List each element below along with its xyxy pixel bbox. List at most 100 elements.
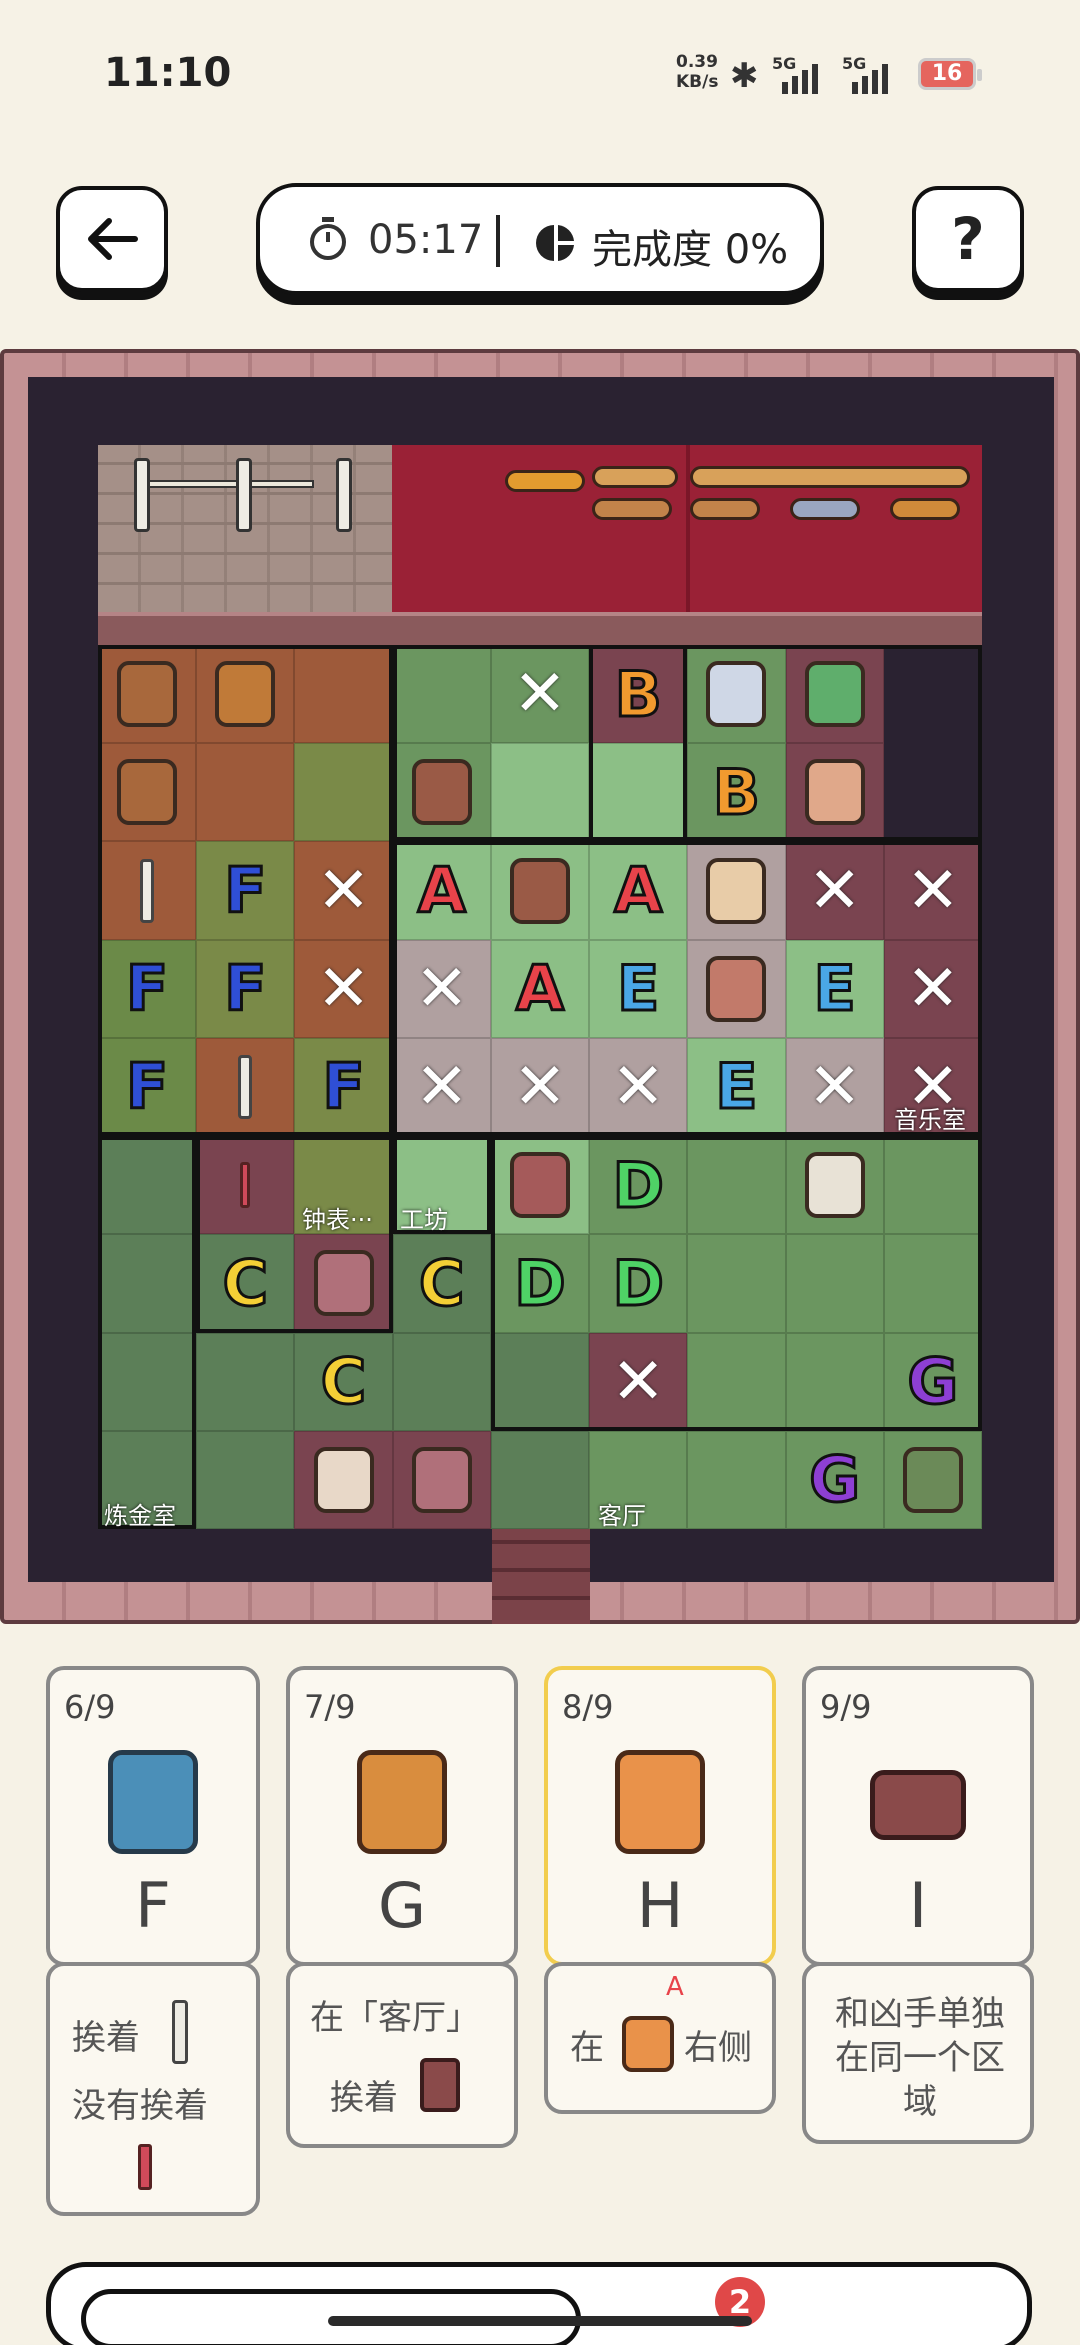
- grid-cell[interactable]: [490, 1332, 590, 1431]
- suspect-letter-b: B: [613, 656, 663, 732]
- grid-cell[interactable]: F: [294, 1037, 393, 1137]
- signal-label: 5G: [772, 54, 797, 73]
- suspect-letter-a: A: [514, 951, 565, 1027]
- suspect-letter-g: G: [808, 1442, 862, 1518]
- grid-cell[interactable]: [589, 743, 688, 842]
- grid-cell[interactable]: [785, 645, 884, 744]
- clue-card-h: 在 A 右侧: [544, 1962, 776, 2114]
- grid-cell[interactable]: [687, 1430, 786, 1529]
- grid-cell[interactable]: [687, 1234, 786, 1333]
- grid-cell[interactable]: [294, 1234, 393, 1333]
- grid-cell[interactable]: C: [392, 1234, 491, 1333]
- grid-cell[interactable]: ✕: [392, 1037, 491, 1137]
- grid-cell[interactable]: G: [883, 1332, 982, 1431]
- grid-cell[interactable]: A: [490, 939, 590, 1038]
- bottom-panel[interactable]: 2: [46, 2262, 1032, 2345]
- grid-cell[interactable]: ✕: [589, 1037, 688, 1137]
- grid-cell[interactable]: [490, 743, 590, 842]
- grid-cell[interactable]: G: [785, 1430, 884, 1529]
- grid-cell[interactable]: F: [98, 1037, 197, 1137]
- grid-cell[interactable]: D: [589, 1234, 688, 1333]
- suspect-card-g[interactable]: 7/9 G: [286, 1666, 518, 1966]
- grid-cell[interactable]: ✕: [785, 841, 884, 940]
- grid-cell[interactable]: [687, 1136, 786, 1235]
- grid-cell[interactable]: [294, 645, 393, 744]
- grid-cell[interactable]: D: [589, 1136, 688, 1235]
- grid-cell[interactable]: ✕: [589, 1332, 688, 1431]
- room-label-clock: 钟表···: [302, 1206, 373, 1234]
- grid-cell[interactable]: [98, 1234, 197, 1333]
- grid-cell[interactable]: [196, 1430, 295, 1529]
- grid-cell[interactable]: [490, 841, 590, 940]
- grid-cell[interactable]: [392, 743, 491, 842]
- grid-cell[interactable]: E: [589, 939, 688, 1038]
- grid-cell[interactable]: [785, 743, 884, 842]
- grid-cell[interactable]: [98, 841, 197, 940]
- grid-cell[interactable]: [98, 645, 197, 744]
- grid-cell[interactable]: [294, 1430, 393, 1529]
- grid-cell[interactable]: F: [196, 841, 295, 940]
- suspect-card-f[interactable]: 6/9 F: [46, 1666, 260, 1966]
- grid-cell[interactable]: [98, 1136, 197, 1235]
- grid-cell[interactable]: [392, 1332, 491, 1431]
- grid-cell[interactable]: [196, 645, 295, 744]
- grid-cell[interactable]: [490, 1136, 590, 1235]
- grid-cell[interactable]: B: [589, 645, 688, 744]
- grid-cell[interactable]: F: [196, 939, 295, 1038]
- grid-cell[interactable]: [392, 1430, 491, 1529]
- suspect-f-avatar-icon: [108, 1750, 198, 1854]
- grid-cell[interactable]: C: [196, 1234, 295, 1333]
- grid-cell[interactable]: [294, 743, 393, 842]
- grid-cell[interactable]: ✕: [785, 1037, 884, 1137]
- candle-icon: [238, 1054, 253, 1119]
- grid-cell[interactable]: [196, 1037, 295, 1137]
- suspect-name: H: [636, 1869, 684, 1942]
- grid-cell[interactable]: [883, 1234, 982, 1333]
- grid-cell[interactable]: ✕: [490, 1037, 590, 1137]
- grid-cell[interactable]: [785, 1234, 884, 1333]
- arrow-left-icon: [88, 218, 138, 260]
- grid-cell[interactable]: [98, 1332, 197, 1431]
- suspect-card-i[interactable]: 9/9 I: [802, 1666, 1034, 1966]
- chair-icon: [902, 1446, 963, 1513]
- grid-cell[interactable]: E: [785, 939, 884, 1038]
- suspect-letter-e: E: [714, 1049, 759, 1125]
- home-indicator[interactable]: [328, 2316, 752, 2326]
- grid-cell[interactable]: [98, 743, 197, 842]
- violin-icon: [890, 498, 960, 520]
- grid-cell[interactable]: D: [490, 1234, 590, 1333]
- grid-cell[interactable]: E: [687, 1037, 786, 1137]
- grid-cell[interactable]: [883, 1136, 982, 1235]
- suspect-card-h[interactable]: 8/9 H: [544, 1666, 776, 1966]
- cauldron2-icon: [411, 1446, 472, 1513]
- grid-cell[interactable]: [687, 645, 786, 744]
- grid-cell[interactable]: ✕: [294, 841, 393, 940]
- grid-cell[interactable]: A: [589, 841, 688, 940]
- suspect-letter-d: D: [611, 1147, 665, 1223]
- suspect-letter-a: A: [416, 853, 467, 929]
- help-button[interactable]: ?: [912, 186, 1024, 292]
- grid-cell[interactable]: [687, 841, 786, 940]
- suspect-g-avatar-icon: [357, 1750, 447, 1854]
- grid-cell[interactable]: [196, 1332, 295, 1431]
- grid-cell[interactable]: ✕: [490, 645, 590, 744]
- grid-cell[interactable]: ✕: [294, 939, 393, 1038]
- grid-cell[interactable]: B: [687, 743, 786, 842]
- grid-cell[interactable]: [392, 645, 491, 744]
- grid-cell[interactable]: [687, 939, 786, 1038]
- grid-cell[interactable]: [785, 1332, 884, 1431]
- grid-cell[interactable]: A: [392, 841, 491, 940]
- grid-cell[interactable]: ✕: [392, 939, 491, 1038]
- grid-cell[interactable]: [490, 1430, 590, 1529]
- grid-cell[interactable]: ✕: [883, 841, 982, 940]
- grid-cell[interactable]: F: [98, 939, 197, 1038]
- grid-cell[interactable]: [196, 1136, 295, 1235]
- grid-cell[interactable]: ✕: [883, 939, 982, 1038]
- grid-cell[interactable]: C: [294, 1332, 393, 1431]
- grid-cell[interactable]: [883, 1430, 982, 1529]
- back-button[interactable]: [56, 186, 168, 292]
- grid-cell[interactable]: [785, 1136, 884, 1235]
- suspect-h-avatar-icon: [615, 1750, 705, 1854]
- grid-cell[interactable]: [196, 743, 295, 842]
- grid-cell[interactable]: [687, 1332, 786, 1431]
